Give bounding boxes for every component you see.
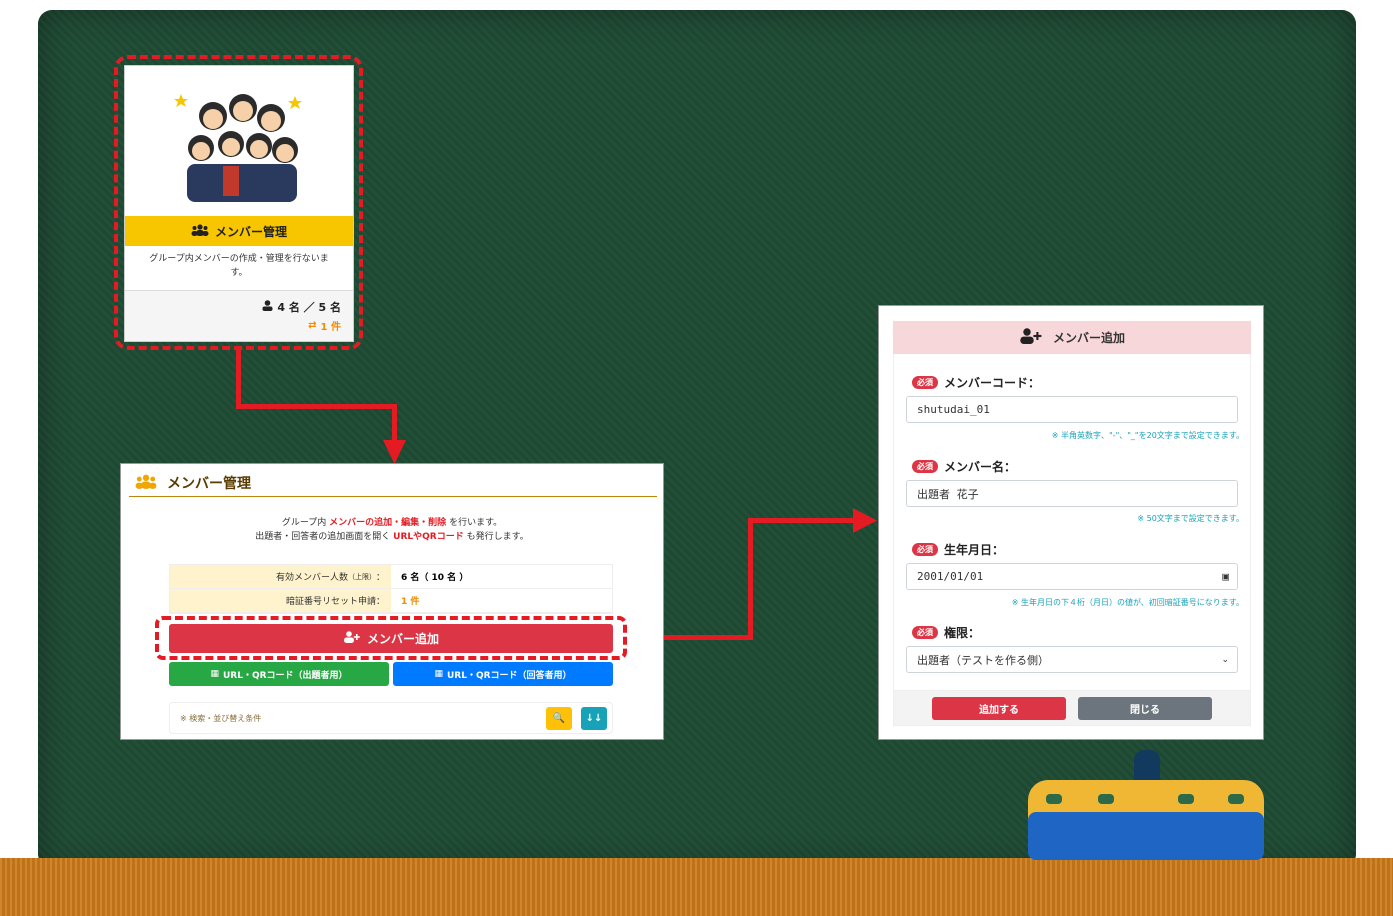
- search-conditions-label: ※ 検索・並び替え条件: [180, 714, 262, 723]
- submit-button[interactable]: 追加する: [932, 697, 1066, 720]
- user-plus-icon: [1019, 328, 1043, 347]
- card-footer: 4 名 ／ 5 名 ⇄ 1 件: [125, 290, 353, 341]
- qr-questioner-button[interactable]: ▦ URL・QRコード（出題者用）: [169, 662, 389, 686]
- birthdate-label: 必須 生年月日：: [912, 541, 1004, 558]
- member-code-hint: ※ 半角英数字、"-"、"_"を20文字まで設定できます。: [1051, 431, 1244, 440]
- search-button[interactable]: 🔍: [546, 707, 572, 730]
- required-badge: 必須: [912, 376, 938, 389]
- card-description: グループ内メンバーの作成・管理を行ないます。: [149, 254, 329, 279]
- pending-count: ⇄ 1 件: [308, 320, 341, 333]
- add-member-modal: メンバー追加 必須 メンバーコード： shutudai_01 ※ 半角英数字、"…: [878, 305, 1264, 740]
- user-plus-icon: [343, 631, 361, 646]
- modal-footer: 追加する 閉じる: [893, 690, 1251, 726]
- member-name-label: 必須 メンバー名：: [912, 458, 1016, 475]
- required-badge: 必須: [912, 460, 938, 473]
- refresh-icon: ⇄: [308, 320, 317, 331]
- close-button[interactable]: 閉じる: [1078, 697, 1212, 720]
- add-member-button[interactable]: メンバー追加: [169, 624, 613, 653]
- search-icon: 🔍: [552, 713, 566, 724]
- user-icon: [262, 300, 273, 314]
- eraser-illustration: [1028, 750, 1264, 860]
- birthdate-hint: ※ 生年月日の下４桁（月日）の値が、初回暗証番号になります。: [1011, 598, 1244, 607]
- qrcode-icon: ▦: [434, 669, 443, 679]
- search-conditions-bar[interactable]: ※ 検索・並び替え条件 🔍 ↓↓: [169, 702, 613, 734]
- card-title: メンバー管理: [214, 224, 287, 239]
- chevron-down-icon: ⌄: [1221, 654, 1229, 665]
- required-badge: 必須: [912, 543, 938, 556]
- member-name-input[interactable]: 出題者 花子: [906, 480, 1238, 507]
- modal-header: メンバー追加: [893, 321, 1251, 354]
- panel-title: メンバー管理: [167, 476, 251, 492]
- table-row: 暗証番号リセット申請 ： 1 件: [170, 589, 612, 613]
- modal-body: 必須 メンバーコード： shutudai_01 ※ 半角英数字、"-"、"_"を…: [893, 354, 1251, 690]
- member-code-input[interactable]: shutudai_01: [906, 396, 1238, 423]
- panel-header: メンバー管理: [129, 470, 657, 497]
- birthdate-input[interactable]: 2001/01/01 ▣: [906, 563, 1238, 590]
- member-management-panel: メンバー管理 グループ内 メンバーの追加・編集・削除 を行います。 出題者・回答…: [120, 463, 664, 740]
- permission-select[interactable]: 出題者（テストを作る側） ⌄: [906, 646, 1238, 673]
- member-count: 4 名 ／ 5 名: [262, 299, 341, 315]
- panel-intro: グループ内 メンバーの追加・編集・削除 を行います。 出題者・回答者の追加画面を…: [255, 518, 529, 543]
- qr-answerer-button[interactable]: ▦ URL・QRコード（回答者用）: [393, 662, 613, 686]
- chalk-ledge: [0, 858, 1393, 916]
- arrow-right-head: [853, 508, 877, 533]
- stats-table: 有効メンバー人数 （上限） ： 6 名（ 10 名 ） 暗証番号リセット申請 ：…: [169, 564, 613, 614]
- card-title-bar: メンバー管理: [125, 216, 353, 246]
- calendar-icon[interactable]: ▣: [1222, 570, 1229, 583]
- arrow-right-horizontal-2: [748, 518, 858, 523]
- arrow-down-horizontal: [236, 404, 396, 409]
- member-name-hint: ※ 50文字まで設定できます。: [1137, 514, 1244, 523]
- group-people-illustration: [174, 94, 302, 202]
- arrow-right-vertical: [748, 518, 753, 640]
- qrcode-icon: ▦: [210, 669, 219, 679]
- users-icon: [135, 474, 157, 493]
- sort-icon: ↓↓: [585, 713, 603, 724]
- member-management-card[interactable]: メンバー管理 グループ内メンバーの作成・管理を行ないます。 4 名 ／ 5 名 …: [125, 66, 353, 341]
- table-row: 有効メンバー人数 （上限） ： 6 名（ 10 名 ）: [170, 565, 612, 589]
- sort-button[interactable]: ↓↓: [581, 707, 607, 730]
- modal-title: メンバー追加: [1052, 331, 1125, 345]
- users-icon: [191, 223, 209, 239]
- arrow-down-head: [383, 440, 406, 464]
- member-code-label: 必須 メンバーコード：: [912, 374, 1040, 391]
- permission-label: 必須 権限：: [912, 624, 980, 641]
- required-badge: 必須: [912, 626, 938, 639]
- arrow-down-vertical-1: [236, 350, 241, 408]
